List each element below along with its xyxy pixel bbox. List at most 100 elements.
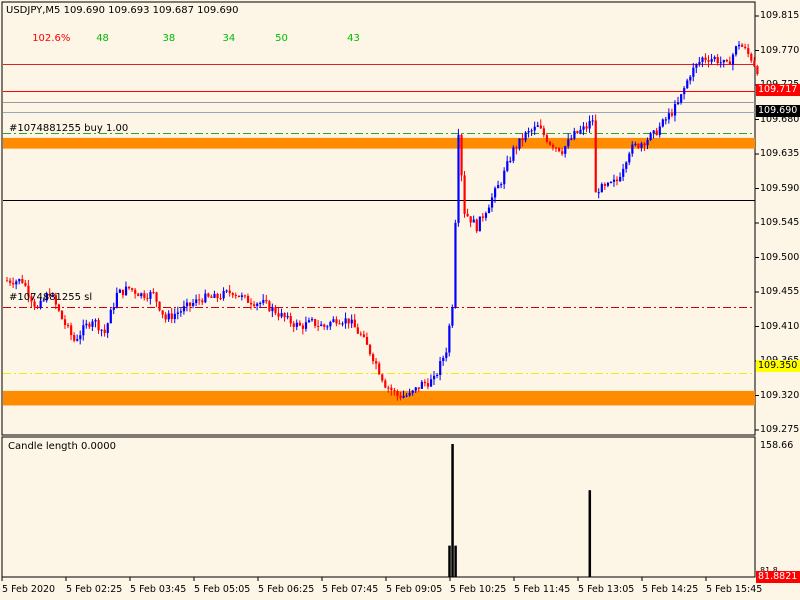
bull-candle: [619, 176, 622, 182]
bull-candle: [429, 379, 433, 387]
bull-candle: [518, 138, 521, 149]
bear-candle: [6, 280, 9, 282]
bull-candle: [591, 120, 594, 122]
bull-candle: [722, 59, 725, 63]
bear-candle: [670, 113, 674, 116]
price-tick-label: 109.545: [760, 217, 800, 228]
bull-candle: [612, 179, 616, 182]
bear-candle: [210, 296, 213, 298]
bear-candle: [335, 319, 338, 324]
bear-candle: [161, 310, 164, 315]
bull-candle: [167, 313, 170, 320]
bull-candle: [15, 281, 18, 285]
time-tick-label: 5 Feb 07:45: [322, 584, 379, 595]
time-tick-label: 5 Feb 03:45: [130, 584, 187, 595]
bull-candle: [100, 329, 103, 331]
bear-candle: [121, 289, 125, 296]
trading-chart[interactable]: [0, 0, 800, 600]
bear-candle: [9, 280, 12, 283]
stop-loss-label[interactable]: #1074881255 sl: [9, 292, 92, 303]
bear-candle: [384, 380, 387, 388]
bull-candle: [182, 306, 186, 312]
bear-candle: [228, 290, 231, 294]
bull-candle: [628, 153, 631, 163]
bull-candle: [271, 307, 274, 312]
bear-candle: [475, 219, 478, 232]
bull-candle: [179, 311, 183, 313]
bear-candle: [561, 151, 564, 154]
time-tick-label: 5 Feb 09:05: [386, 584, 443, 595]
price-tick-label: 109.455: [760, 286, 800, 297]
bull-candle: [536, 125, 539, 127]
bull-candle: [588, 121, 591, 129]
candle-length-bar: [454, 545, 457, 577]
bear-candle: [481, 216, 484, 218]
bull-candle: [710, 59, 713, 62]
bear-candle: [298, 322, 301, 326]
candle-length-bar: [448, 545, 451, 577]
tf-h4-label: H4 43: [330, 33, 360, 44]
bull-candle: [329, 322, 332, 327]
bull-candle: [597, 192, 600, 194]
bull-candle: [487, 207, 491, 214]
bear-candle: [390, 387, 393, 391]
bull-candle: [76, 339, 79, 341]
bear-candle: [73, 334, 76, 341]
bear-candle: [317, 325, 320, 327]
bull-candle: [490, 197, 494, 208]
bear-candle: [164, 314, 167, 320]
bull-candle: [85, 323, 88, 326]
bull-candle: [295, 322, 298, 327]
bull-candle: [713, 57, 716, 60]
bear-candle: [551, 144, 555, 148]
bear-candle: [143, 293, 146, 298]
time-tick-label: 5 Feb 2020: [2, 584, 56, 595]
price-tick-label: 109.635: [760, 148, 800, 159]
buy-order-label[interactable]: #1074881255 buy 1.00: [9, 123, 128, 134]
bull-candle: [731, 54, 735, 65]
bear-candle: [274, 307, 277, 314]
bear-candle: [750, 53, 753, 61]
bull-candle: [472, 219, 475, 223]
bear-candle: [576, 131, 579, 134]
bear-candle: [237, 295, 240, 298]
bull-candle: [420, 381, 423, 389]
bull-candle: [451, 307, 454, 326]
bear-candle: [131, 288, 134, 290]
bull-candle: [634, 143, 637, 145]
bear-candle: [265, 299, 268, 302]
bull-candle: [606, 182, 610, 186]
indicator-min-marker: 81.8821: [756, 571, 800, 583]
bear-candle: [539, 125, 542, 129]
bull-candle: [448, 325, 451, 353]
tf-m30-label: M30 34: [198, 33, 236, 44]
bear-candle: [372, 354, 375, 362]
bull-candle: [494, 188, 497, 198]
bear-candle: [365, 336, 369, 345]
bull-candle: [256, 303, 259, 306]
bull-candle: [112, 307, 115, 310]
indicator-pane[interactable]: [1, 436, 756, 578]
bear-candle: [128, 286, 131, 289]
bull-candle: [320, 324, 323, 326]
support-zone[interactable]: [3, 390, 755, 406]
bear-candle: [283, 313, 286, 318]
bear-candle: [716, 57, 719, 64]
bear-candle: [637, 143, 640, 148]
bull-candle: [192, 302, 195, 306]
bull-candle: [497, 185, 500, 189]
bear-candle: [292, 323, 295, 327]
bear-candle: [152, 292, 155, 294]
bull-candle: [719, 62, 722, 64]
indicator-max-label: 158.66: [760, 440, 794, 451]
price-tick-label: 109.500: [760, 251, 800, 263]
bull-candle: [509, 160, 512, 162]
bull-candle: [530, 130, 533, 132]
bull-candle: [524, 132, 527, 141]
bull-candle: [503, 170, 506, 185]
bear-candle: [368, 344, 372, 355]
bull-candle: [500, 184, 503, 186]
bull-candle: [436, 374, 439, 376]
bull-candle: [18, 279, 21, 282]
bull-candle: [457, 134, 460, 223]
